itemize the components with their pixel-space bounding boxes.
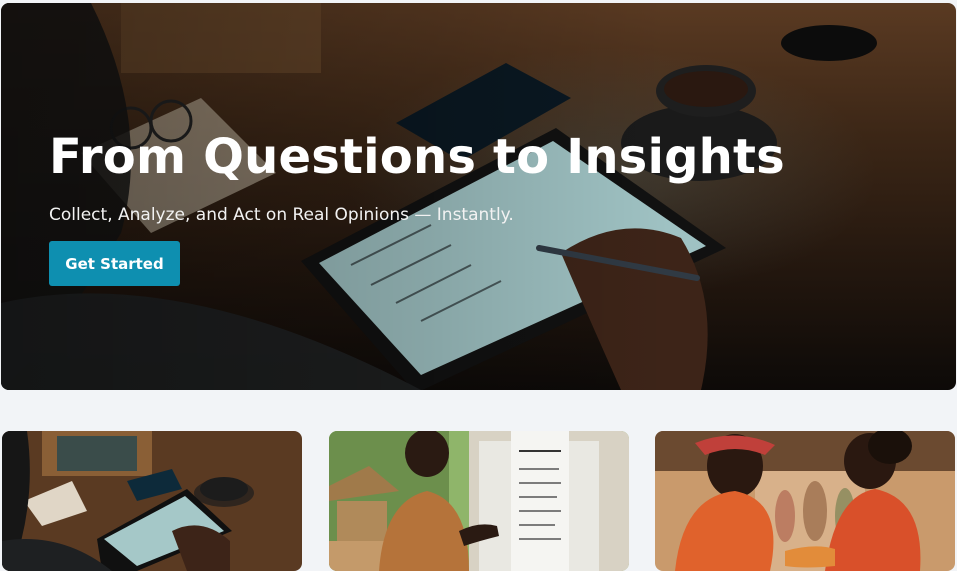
person-filling-survey-on-tablet-photo [2, 431, 302, 571]
women-talking-at-market-photo [655, 431, 955, 571]
hero-banner: From Questions to Insights Collect, Anal… [1, 3, 956, 390]
hero-overlay [1, 3, 956, 390]
man-writing-on-survey-board-photo [329, 431, 629, 571]
card-survey-board[interactable] [329, 431, 629, 571]
card-survey-tablet[interactable] [2, 431, 302, 571]
get-started-button[interactable]: Get Started [49, 241, 180, 286]
card-market-conversation[interactable] [655, 431, 955, 571]
hero-title: From Questions to Insights [49, 129, 785, 185]
hero-subtitle: Collect, Analyze, and Act on Real Opinio… [49, 205, 514, 225]
